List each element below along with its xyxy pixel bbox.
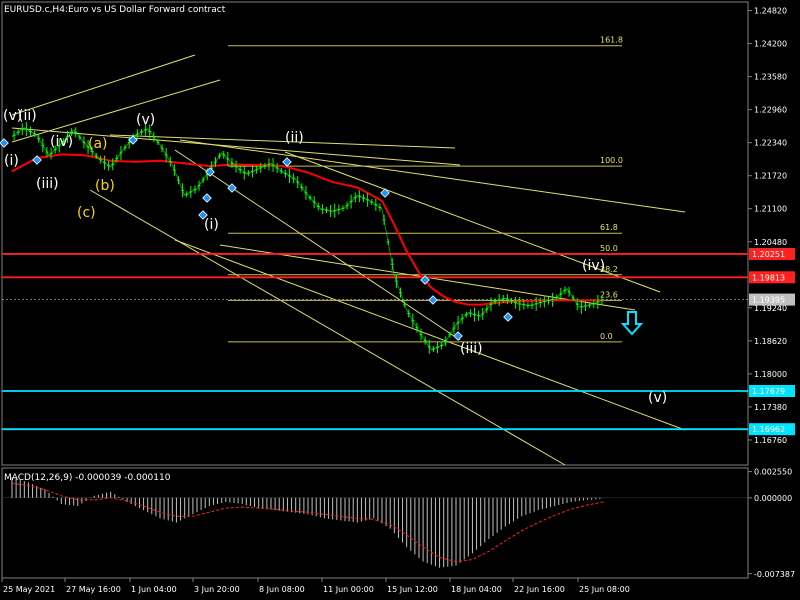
time-tick-label: 3 Jun 20:00 bbox=[194, 585, 240, 594]
macd-tick-label: 0.000000 bbox=[754, 494, 792, 503]
time-tick-label: 1 Jun 04:00 bbox=[131, 585, 177, 594]
chart-description: Euro vs US Dollar Forward contract bbox=[68, 5, 226, 15]
price-tick-label: 1.18620 bbox=[754, 337, 787, 346]
price-tick-label: 1.24200 bbox=[754, 40, 787, 49]
fib-level-label: 100.0 bbox=[600, 156, 623, 165]
price-level-tag-label: 1.19395 bbox=[752, 296, 785, 305]
time-tick-label: 25 May 2021 bbox=[3, 585, 55, 594]
price-level-tag-label: 1.20251 bbox=[752, 250, 785, 259]
wave-label: (iii) bbox=[460, 341, 483, 357]
time-tick-label: 27 May 16:00 bbox=[66, 585, 121, 594]
time-tick-label: 25 Jun 08:00 bbox=[579, 585, 630, 594]
wave-label: (a) bbox=[88, 136, 108, 152]
price-tick-label: 1.17380 bbox=[754, 403, 787, 412]
macd-tick-label: 0.002550 bbox=[754, 468, 792, 477]
time-tick-label: 15 Jun 12:00 bbox=[387, 585, 438, 594]
wave-label: (iv) bbox=[50, 134, 73, 150]
time-tick-label: 8 Jun 08:00 bbox=[259, 585, 305, 594]
price-level-tag-label: 1.16962 bbox=[752, 425, 785, 434]
wave-label: (i) bbox=[204, 217, 219, 233]
fib-level-label: 23.6 bbox=[600, 290, 618, 299]
wave-label: (ii) bbox=[18, 108, 37, 124]
price-tick-label: 1.16760 bbox=[754, 436, 787, 445]
wave-label: (iv) bbox=[582, 258, 605, 274]
fib-level-label: 161.8 bbox=[600, 36, 623, 45]
price-tick-label: 1.22340 bbox=[754, 139, 787, 148]
wave-label: (c) bbox=[77, 205, 96, 221]
price-tick-label: 1.18000 bbox=[754, 370, 787, 379]
time-tick-label: 11 Jun 00:00 bbox=[323, 585, 374, 594]
price-level-tag-label: 1.19813 bbox=[752, 273, 785, 282]
macd-label: MACD(12,26,9) -0.000039 -0.000110 bbox=[4, 473, 171, 483]
price-tick-label: 1.24820 bbox=[754, 7, 787, 16]
wave-label: (v) bbox=[136, 112, 155, 128]
time-tick-label: 22 Jun 16:00 bbox=[514, 585, 565, 594]
fib-level-label: 50.0 bbox=[600, 244, 618, 253]
wave-label: (v) bbox=[648, 390, 667, 406]
price-tick-label: 1.21100 bbox=[754, 205, 787, 214]
time-tick-label: 18 Jun 04:00 bbox=[451, 585, 502, 594]
price-level-tag-label: 1.17679 bbox=[752, 387, 785, 396]
trading-chart[interactable]: 1.24820 1.24200 1.23580 1.22960 1.22340 1.217… bbox=[0, 0, 800, 600]
wave-label: (ii) bbox=[285, 130, 304, 146]
price-tick-label: 1.20480 bbox=[754, 238, 787, 247]
macd-tick-label: -0.007387 bbox=[754, 570, 795, 579]
chart-symbol: EURUSD.c,H4: bbox=[4, 5, 68, 15]
price-tick-label: 1.22960 bbox=[754, 106, 787, 115]
wave-label: (iii) bbox=[36, 176, 59, 192]
price-tick-label: 1.23580 bbox=[754, 73, 787, 82]
wave-label: (i) bbox=[4, 153, 19, 169]
price-tick-label: 1.21720 bbox=[754, 172, 787, 181]
fib-level-label: 0.0 bbox=[600, 332, 613, 341]
wave-label: (b) bbox=[95, 178, 115, 194]
fib-level-label: 61.8 bbox=[600, 223, 618, 232]
